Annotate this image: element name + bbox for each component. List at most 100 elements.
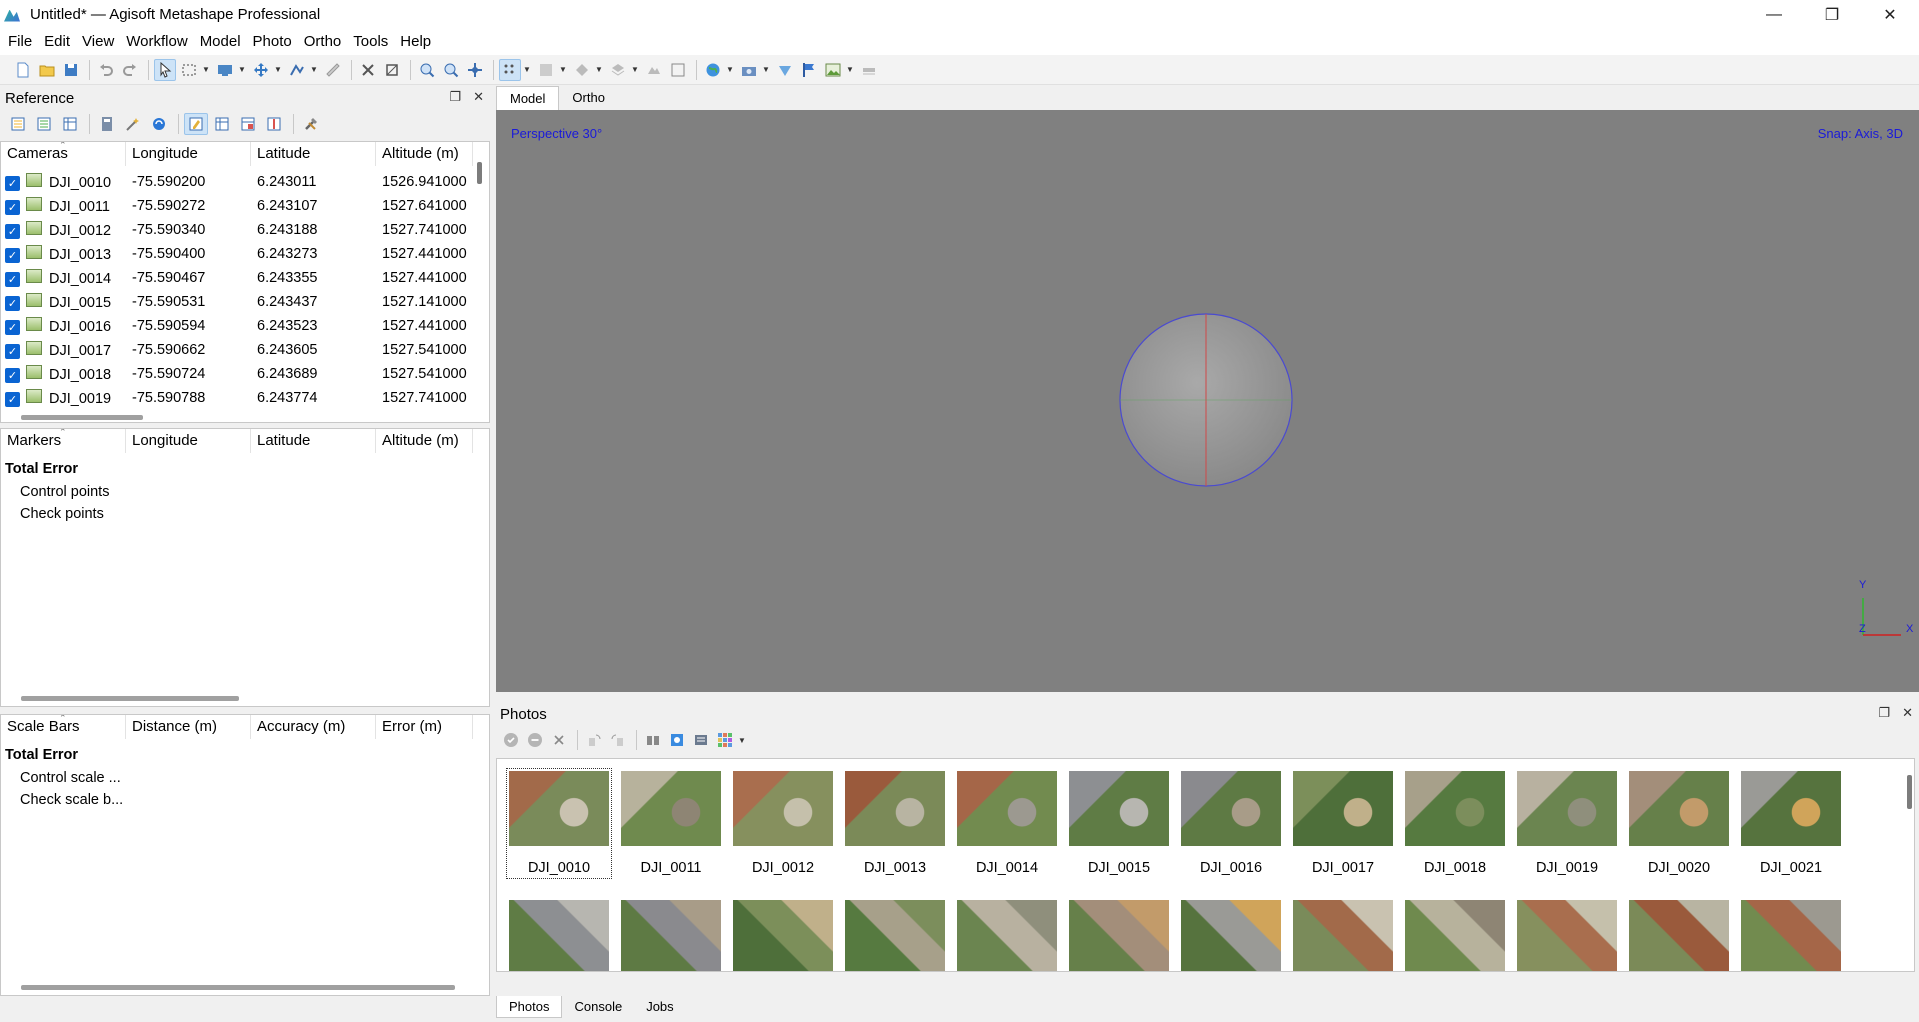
zoom-out-button[interactable] bbox=[440, 59, 462, 81]
chevron-down-icon[interactable]: ▼ bbox=[238, 59, 246, 81]
rectangle-selection-button[interactable] bbox=[178, 59, 200, 81]
show-images-button[interactable] bbox=[822, 59, 844, 81]
menu-view[interactable]: View bbox=[76, 29, 120, 55]
camera-enabled-checkbox[interactable]: ✓ bbox=[5, 344, 20, 359]
photo-thumbnail[interactable]: DJI_0013 bbox=[845, 771, 945, 876]
horizontal-scrollbar[interactable] bbox=[21, 696, 239, 701]
model-viewport[interactable]: Perspective 30° Snap: Axis, 3D Y Z X bbox=[496, 110, 1919, 692]
photo-thumbnail[interactable] bbox=[1405, 900, 1505, 971]
column-header-altitude[interactable]: Altitude (m) bbox=[376, 142, 473, 166]
view-mode-button[interactable] bbox=[714, 729, 736, 751]
photo-thumbnail[interactable] bbox=[1741, 900, 1841, 971]
menu-edit[interactable]: Edit bbox=[38, 29, 76, 55]
restore-button[interactable]: ❐ bbox=[1803, 0, 1861, 29]
camera-row[interactable]: ✓ DJI_0015 -75.590531 6.243437 1527.141000 bbox=[1, 290, 489, 314]
chevron-down-icon[interactable]: ▼ bbox=[631, 59, 639, 81]
scalebars-total-error-row[interactable]: Total Error bbox=[1, 743, 489, 767]
filter-photos-button[interactable] bbox=[642, 729, 664, 751]
column-header-latitude[interactable]: Latitude bbox=[251, 429, 376, 453]
photo-thumbnail[interactable] bbox=[1293, 900, 1393, 971]
control-scale-bars-row[interactable]: Control scale ... bbox=[1, 767, 489, 789]
check-points-row[interactable]: Check points bbox=[1, 503, 489, 525]
vertical-scrollbar[interactable] bbox=[477, 162, 482, 184]
column-header-altitude[interactable]: Altitude (m) bbox=[376, 429, 473, 453]
column-header-longitude[interactable]: Longitude bbox=[126, 142, 251, 166]
menu-help[interactable]: Help bbox=[394, 29, 437, 55]
open-button[interactable] bbox=[36, 59, 58, 81]
redo-button[interactable] bbox=[119, 59, 141, 81]
photo-thumbnail[interactable]: DJI_0015 bbox=[1069, 771, 1169, 876]
photo-thumbnail[interactable] bbox=[733, 900, 833, 971]
column-header-distance[interactable]: Distance (m) bbox=[126, 715, 251, 739]
photo-thumbnail[interactable] bbox=[1629, 900, 1729, 971]
photo-thumbnail[interactable] bbox=[1517, 900, 1617, 971]
close-panel-icon[interactable]: ✕ bbox=[1902, 705, 1913, 721]
view-source-button[interactable] bbox=[184, 113, 208, 135]
chevron-down-icon[interactable]: ▼ bbox=[738, 729, 746, 751]
camera-row[interactable]: ✓ DJI_0012 -75.590340 6.243188 1527.741000 bbox=[1, 218, 489, 242]
view-errors-button[interactable] bbox=[236, 113, 260, 135]
show-cameras-button[interactable] bbox=[738, 59, 760, 81]
undo-button[interactable] bbox=[95, 59, 117, 81]
model-shaded-button[interactable] bbox=[571, 59, 593, 81]
menu-file[interactable]: File bbox=[2, 29, 38, 55]
markers-total-error-row[interactable]: Total Error bbox=[1, 457, 489, 481]
photo-thumbnail[interactable] bbox=[621, 900, 721, 971]
new-document-button[interactable] bbox=[12, 59, 34, 81]
export-reference-button[interactable] bbox=[32, 113, 56, 135]
photo-thumbnail[interactable]: DJI_0014 bbox=[957, 771, 1057, 876]
ruler-button[interactable] bbox=[322, 59, 344, 81]
camera-enabled-checkbox[interactable]: ✓ bbox=[5, 368, 20, 383]
reset-filter-button[interactable] bbox=[690, 729, 712, 751]
camera-enabled-checkbox[interactable]: ✓ bbox=[5, 176, 20, 191]
camera-row[interactable]: ✓ DJI_0014 -75.590467 6.243355 1527.441000 bbox=[1, 266, 489, 290]
chevron-down-icon[interactable]: ▼ bbox=[846, 59, 854, 81]
menu-ortho[interactable]: Ortho bbox=[298, 29, 348, 55]
tab-model[interactable]: Model bbox=[496, 86, 560, 110]
chevron-down-icon[interactable]: ▼ bbox=[762, 59, 770, 81]
photo-thumbnail[interactable]: DJI_0017 bbox=[1293, 771, 1393, 876]
float-panel-icon[interactable]: ❐ bbox=[1878, 705, 1890, 721]
view-estimated-button[interactable] bbox=[210, 113, 234, 135]
photo-thumbnail[interactable]: DJI_0011 bbox=[621, 771, 721, 876]
dense-cloud-button[interactable] bbox=[535, 59, 557, 81]
menu-model[interactable]: Model bbox=[194, 29, 247, 55]
camera-row[interactable]: ✓ DJI_0018 -75.590724 6.243689 1527.541000 bbox=[1, 362, 489, 386]
close-panel-icon[interactable]: ✕ bbox=[473, 89, 484, 105]
zoom-in-button[interactable] bbox=[416, 59, 438, 81]
photo-thumbnail[interactable]: DJI_0020 bbox=[1629, 771, 1729, 876]
close-button[interactable]: ✕ bbox=[1861, 0, 1919, 29]
menu-workflow[interactable]: Workflow bbox=[120, 29, 193, 55]
chevron-down-icon[interactable]: ▼ bbox=[595, 59, 603, 81]
delete-selection-button[interactable] bbox=[357, 59, 379, 81]
photo-thumbnail[interactable]: DJI_0016 bbox=[1181, 771, 1281, 876]
horizontal-scrollbar[interactable] bbox=[21, 985, 455, 990]
crop-selection-button[interactable] bbox=[381, 59, 403, 81]
camera-enabled-checkbox[interactable]: ✓ bbox=[5, 248, 20, 263]
camera-row[interactable]: ✓ DJI_0011 -75.590272 6.243107 1527.641000 bbox=[1, 194, 489, 218]
chevron-down-icon[interactable]: ▼ bbox=[274, 59, 282, 81]
optimize-cameras-button[interactable] bbox=[121, 113, 145, 135]
save-button[interactable] bbox=[60, 59, 82, 81]
move-object-button[interactable] bbox=[250, 59, 272, 81]
import-reference-button[interactable] bbox=[6, 113, 30, 135]
horizontal-scrollbar[interactable] bbox=[21, 415, 143, 420]
filter-by-selection-button[interactable] bbox=[666, 729, 688, 751]
show-shapes-button[interactable] bbox=[774, 59, 796, 81]
column-header-accuracy[interactable]: Accuracy (m) bbox=[251, 715, 376, 739]
point-cloud-button[interactable] bbox=[499, 58, 521, 81]
camera-enabled-checkbox[interactable]: ✓ bbox=[5, 272, 20, 287]
column-header-longitude[interactable]: Longitude bbox=[126, 429, 251, 453]
disable-cameras-button[interactable] bbox=[524, 729, 546, 751]
photo-thumbnail[interactable]: DJI_0010 bbox=[506, 768, 612, 879]
photo-thumbnail[interactable] bbox=[1069, 900, 1169, 971]
photo-thumbnail[interactable]: DJI_0012 bbox=[733, 771, 833, 876]
chevron-down-icon[interactable]: ▼ bbox=[559, 59, 567, 81]
camera-enabled-checkbox[interactable]: ✓ bbox=[5, 224, 20, 239]
camera-row[interactable]: ✓ DJI_0019 -75.590788 6.243774 1527.741000 bbox=[1, 386, 489, 410]
chevron-down-icon[interactable]: ▼ bbox=[202, 59, 210, 81]
camera-enabled-checkbox[interactable]: ✓ bbox=[5, 200, 20, 215]
draw-polyline-button[interactable] bbox=[286, 59, 308, 81]
convert-reference-button[interactable] bbox=[58, 113, 82, 135]
navigation-button[interactable] bbox=[154, 58, 176, 81]
